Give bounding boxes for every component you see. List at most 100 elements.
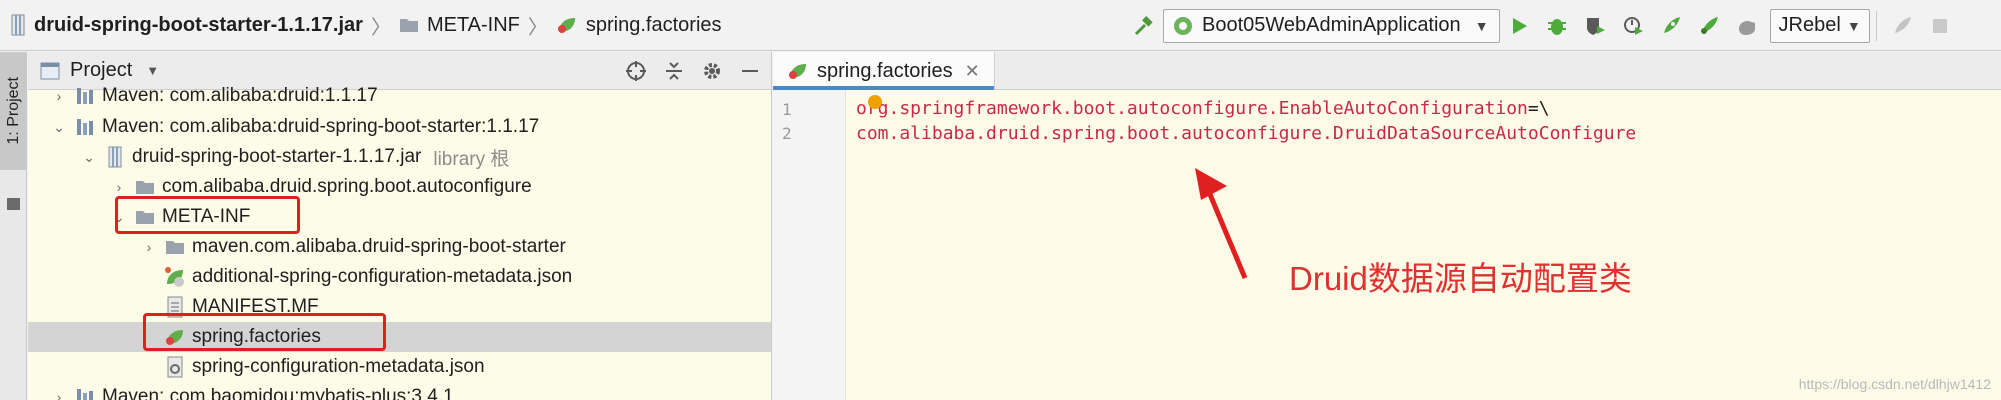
editor-tab-label: spring.factories <box>817 59 953 82</box>
tree-row[interactable]: additional-spring-configuration-metadata… <box>28 262 771 292</box>
project-window-icon <box>40 62 60 79</box>
tree-row[interactable]: spring-configuration-metadata.json <box>28 352 771 382</box>
library-root-hint: library 根 <box>433 148 510 170</box>
profiler-icon <box>1623 16 1643 35</box>
remote-attach-button[interactable] <box>1732 11 1762 41</box>
tree-row[interactable]: ⌄ Maven: com.alibaba:druid-spring-boot-s… <box>28 112 771 142</box>
breadcrumb-label: druid-spring-boot-starter-1.1.17.jar <box>34 13 363 36</box>
collapse-icon <box>666 62 682 80</box>
code-line-2[interactable]: com.alibaba.druid.spring.boot.autoconfig… <box>856 123 1636 144</box>
chevron-right-icon[interactable]: › <box>110 179 128 195</box>
chevron-down-icon[interactable]: ⌄ <box>80 149 98 166</box>
rocket-disabled-icon <box>1894 16 1911 33</box>
spring-file-icon <box>557 18 575 33</box>
chevron-down-icon: ▼ <box>1474 17 1489 34</box>
tree-row-label: Maven: com.alibaba:druid-spring-boot-sta… <box>102 116 540 137</box>
breadcrumb-item-meta-inf[interactable]: META-INF <box>399 14 520 37</box>
tool-window-stripe: 1: Project <box>0 52 27 400</box>
structure-tool-icon[interactable] <box>7 198 20 210</box>
toolbar-divider <box>1875 10 1877 41</box>
run-button[interactable] <box>1504 11 1534 41</box>
tree-row[interactable]: › Maven: com.alibaba:druid:1.1.17 <box>28 81 771 111</box>
shield-run-icon <box>1586 17 1605 35</box>
jar-icon <box>11 14 25 36</box>
property-key: org.springframework.boot.autoconfigure.E… <box>856 98 1528 119</box>
property-separator: =\ <box>1527 98 1550 119</box>
hammer-icon <box>1134 15 1153 35</box>
line-number: 1 <box>782 100 792 119</box>
project-view-select[interactable]: Project ▼ <box>28 59 159 82</box>
annotation-text: Druid数据源自动配置类 <box>1289 260 1632 297</box>
profile-button[interactable] <box>1618 11 1648 41</box>
debug-button[interactable] <box>1542 11 1572 41</box>
chevron-right-icon[interactable]: › <box>50 389 68 400</box>
property-value: com.alibaba.druid.spring.boot.autoconfig… <box>856 123 1637 144</box>
jrebel-run-button[interactable] <box>1656 11 1686 41</box>
build-button[interactable] <box>1129 11 1159 41</box>
breadcrumb-item-spring-factories[interactable]: spring.factories <box>556 14 722 37</box>
tree-row[interactable]: › Maven: com.baomidou:mybatis-plus:3.4.1 <box>28 382 771 400</box>
breadcrumb-item-jar[interactable]: druid-spring-boot-starter-1.1.17.jar <box>10 14 363 37</box>
project-tool-tab[interactable]: 1: Project <box>0 52 27 170</box>
tree-row[interactable]: MANIFEST.MF <box>28 292 771 322</box>
breadcrumb: druid-spring-boot-starter-1.1.17.jar 〉 M… <box>0 0 722 50</box>
tree-row[interactable]: › maven.com.alibaba.druid-spring-boot-st… <box>28 232 771 262</box>
jrebel-label: JRebel <box>1778 14 1841 36</box>
tree-row-selected[interactable]: spring.factories <box>28 322 771 352</box>
run-toolbar: Boot05WebAdminApplication ▼ JRebel ▼ <box>1125 0 1959 51</box>
project-tool-tab-label: 1: Project <box>4 77 22 145</box>
package-folder-icon <box>136 181 154 194</box>
close-icon[interactable]: ✕ <box>965 61 980 82</box>
chevron-right-icon[interactable]: › <box>140 239 158 255</box>
gear-icon <box>704 63 720 79</box>
breadcrumb-label: META-INF <box>426 13 520 36</box>
tree-row-label: additional-spring-configuration-metadata… <box>192 266 573 287</box>
maven-library-icon <box>77 389 93 400</box>
tree-row-label: druid-spring-boot-starter-1.1.17.jar <box>132 146 422 167</box>
project-tree: › Maven: com.alibaba:druid:1.1.17 ⌄ Mave… <box>28 85 771 400</box>
code-editor: spring.factories ✕ 1 2 org.springframewo… <box>773 52 2001 400</box>
tree-row-label: Maven: com.alibaba:druid:1.1.17 <box>102 85 378 106</box>
play-icon <box>1512 17 1527 34</box>
chevron-down-icon: ▼ <box>146 63 160 78</box>
coverage-button[interactable] <box>1580 11 1610 41</box>
run-configuration-label: Boot05WebAdminApplication <box>1202 14 1461 36</box>
breadcrumb-label: spring.factories <box>585 13 722 36</box>
chevron-down-icon: ▼ <box>1846 17 1861 34</box>
stop-icon <box>1932 18 1947 33</box>
navigation-bar: druid-spring-boot-starter-1.1.17.jar 〉 M… <box>0 0 2001 51</box>
annotation-arrow <box>1195 168 1248 279</box>
spring-file-icon <box>789 64 806 79</box>
editor-tab-spring-factories[interactable]: spring.factories ✕ <box>773 52 995 90</box>
breadcrumb-separator: 〉 <box>370 16 391 39</box>
chevron-right-icon[interactable]: › <box>50 88 68 104</box>
tree-row-label: spring-configuration-metadata.json <box>192 356 485 377</box>
code-line-1[interactable]: org.springframework.boot.autoconfigure.E… <box>856 98 1550 119</box>
hand-icon <box>1738 20 1755 35</box>
rocket-bug-icon <box>1700 16 1718 34</box>
maven-library-icon <box>77 119 93 135</box>
editor-tab-bar: spring.factories ✕ <box>773 52 2001 90</box>
folder-icon <box>166 241 184 254</box>
tree-row-label: com.alibaba.druid.spring.boot.autoconfig… <box>162 176 532 197</box>
tree-row[interactable]: ⌄ druid-spring-boot-starter-1.1.17.jar l… <box>28 142 771 172</box>
jrebel-panel-button[interactable] <box>1887 11 1917 41</box>
project-panel-title: Project <box>70 59 133 81</box>
spring-factories-highlight-box <box>143 313 386 351</box>
spring-config-json-icon <box>165 267 184 287</box>
breadcrumb-separator: 〉 <box>527 16 548 39</box>
minimize-icon <box>742 70 758 72</box>
rocket-icon <box>1663 16 1680 33</box>
crosshair-icon <box>626 61 646 81</box>
line-number: 2 <box>782 124 792 143</box>
stop-button[interactable] <box>1925 11 1955 41</box>
maven-library-icon <box>77 88 93 104</box>
tree-row-label: Maven: com.baomidou:mybatis-plus:3.4.1 <box>102 386 454 400</box>
jrebel-select[interactable]: JRebel ▼ <box>1769 8 1870 43</box>
chevron-down-icon[interactable]: ⌄ <box>50 119 68 136</box>
run-configuration-select[interactable]: Boot05WebAdminApplication ▼ <box>1163 8 1500 43</box>
spring-boot-icon <box>1174 16 1192 35</box>
folder-icon <box>399 19 418 32</box>
intention-bulb-icon[interactable] <box>868 95 882 109</box>
jrebel-debug-button[interactable] <box>1694 11 1724 41</box>
